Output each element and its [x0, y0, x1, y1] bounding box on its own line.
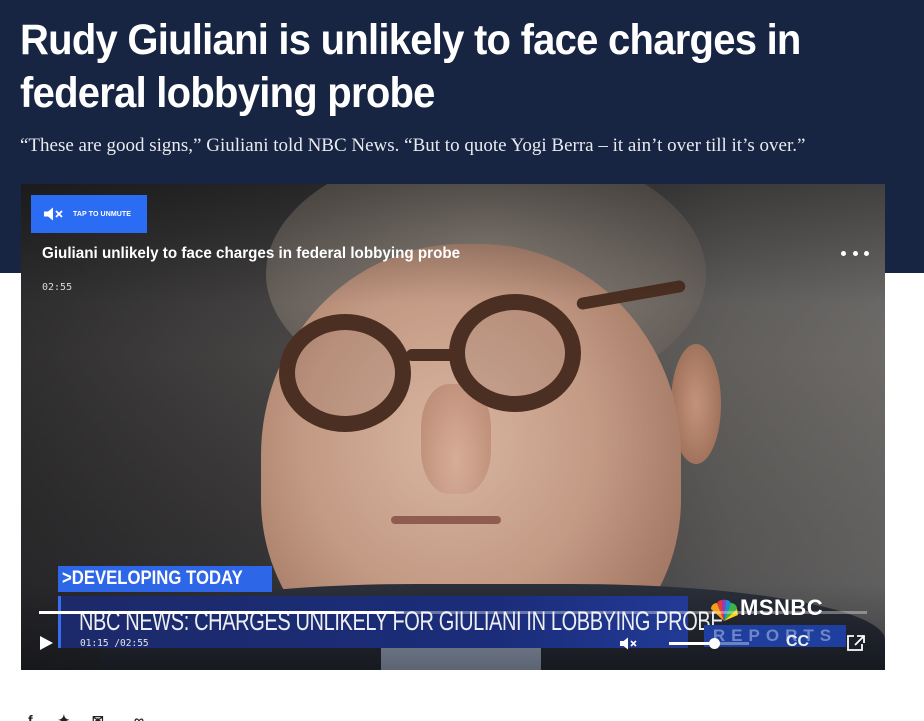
tap-to-unmute-button[interactable]: TAP TO UNMUTE — [31, 195, 147, 233]
network-logo: MSNBC REPORTS — [704, 595, 858, 655]
video-progress-bar[interactable] — [39, 611, 867, 614]
volume-slider[interactable] — [669, 638, 749, 649]
article-dek: “These are good signs,” Giuliani told NB… — [20, 135, 806, 156]
unmute-label: TAP TO UNMUTE — [73, 210, 132, 218]
video-duration: 02:55 — [42, 282, 73, 293]
volume-muted-icon[interactable] — [619, 637, 639, 650]
video-player[interactable]: TAP TO UNMUTE Giuliani unlikely to face … — [21, 184, 885, 670]
article-headline: Rudy Giuliani is unlikely to face charge… — [20, 16, 801, 117]
facebook-icon[interactable]: f — [28, 713, 33, 721]
twitter-icon[interactable]: ✦ — [58, 713, 70, 721]
video-title: Giuliani unlikely to face charges in fed… — [42, 245, 461, 262]
network-brand: MSNBC — [740, 595, 824, 620]
lower-third-kicker: >DEVELOPING TODAY — [58, 566, 272, 592]
volume-muted-icon — [44, 207, 63, 221]
video-progress-fill — [39, 611, 396, 614]
volume-fill — [669, 642, 714, 645]
share-bar: f ✦ ✉ ∞ — [22, 713, 162, 721]
link-icon[interactable]: ∞ — [134, 713, 144, 721]
closed-captions-button[interactable]: CC — [786, 633, 809, 651]
play-icon[interactable] — [38, 635, 54, 651]
more-horizontal-icon[interactable] — [841, 248, 869, 258]
email-icon[interactable]: ✉ — [92, 713, 104, 721]
video-timecode: 01:15 /02:55 — [80, 638, 149, 649]
volume-handle[interactable] — [708, 638, 720, 649]
popout-icon[interactable] — [847, 635, 865, 651]
lower-third-banner: NBC NEWS: CHARGES UNLIKELY FOR GIULIANI … — [58, 596, 724, 648]
